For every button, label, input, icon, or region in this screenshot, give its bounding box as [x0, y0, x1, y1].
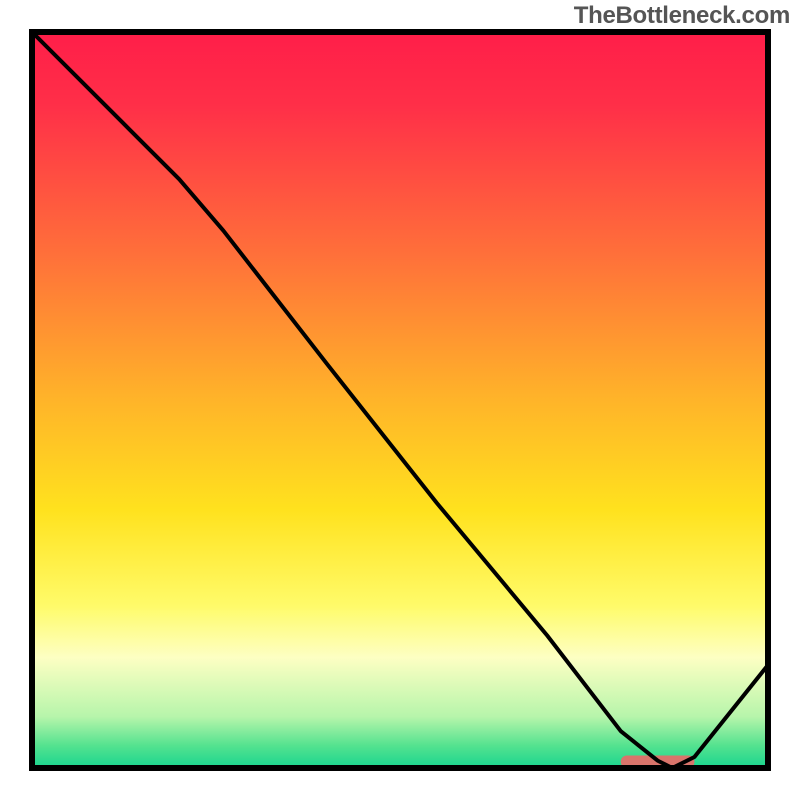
chart-svg: [0, 0, 800, 800]
watermark-text: TheBottleneck.com: [574, 2, 790, 30]
chart-container: TheBottleneck.com: [0, 0, 800, 800]
